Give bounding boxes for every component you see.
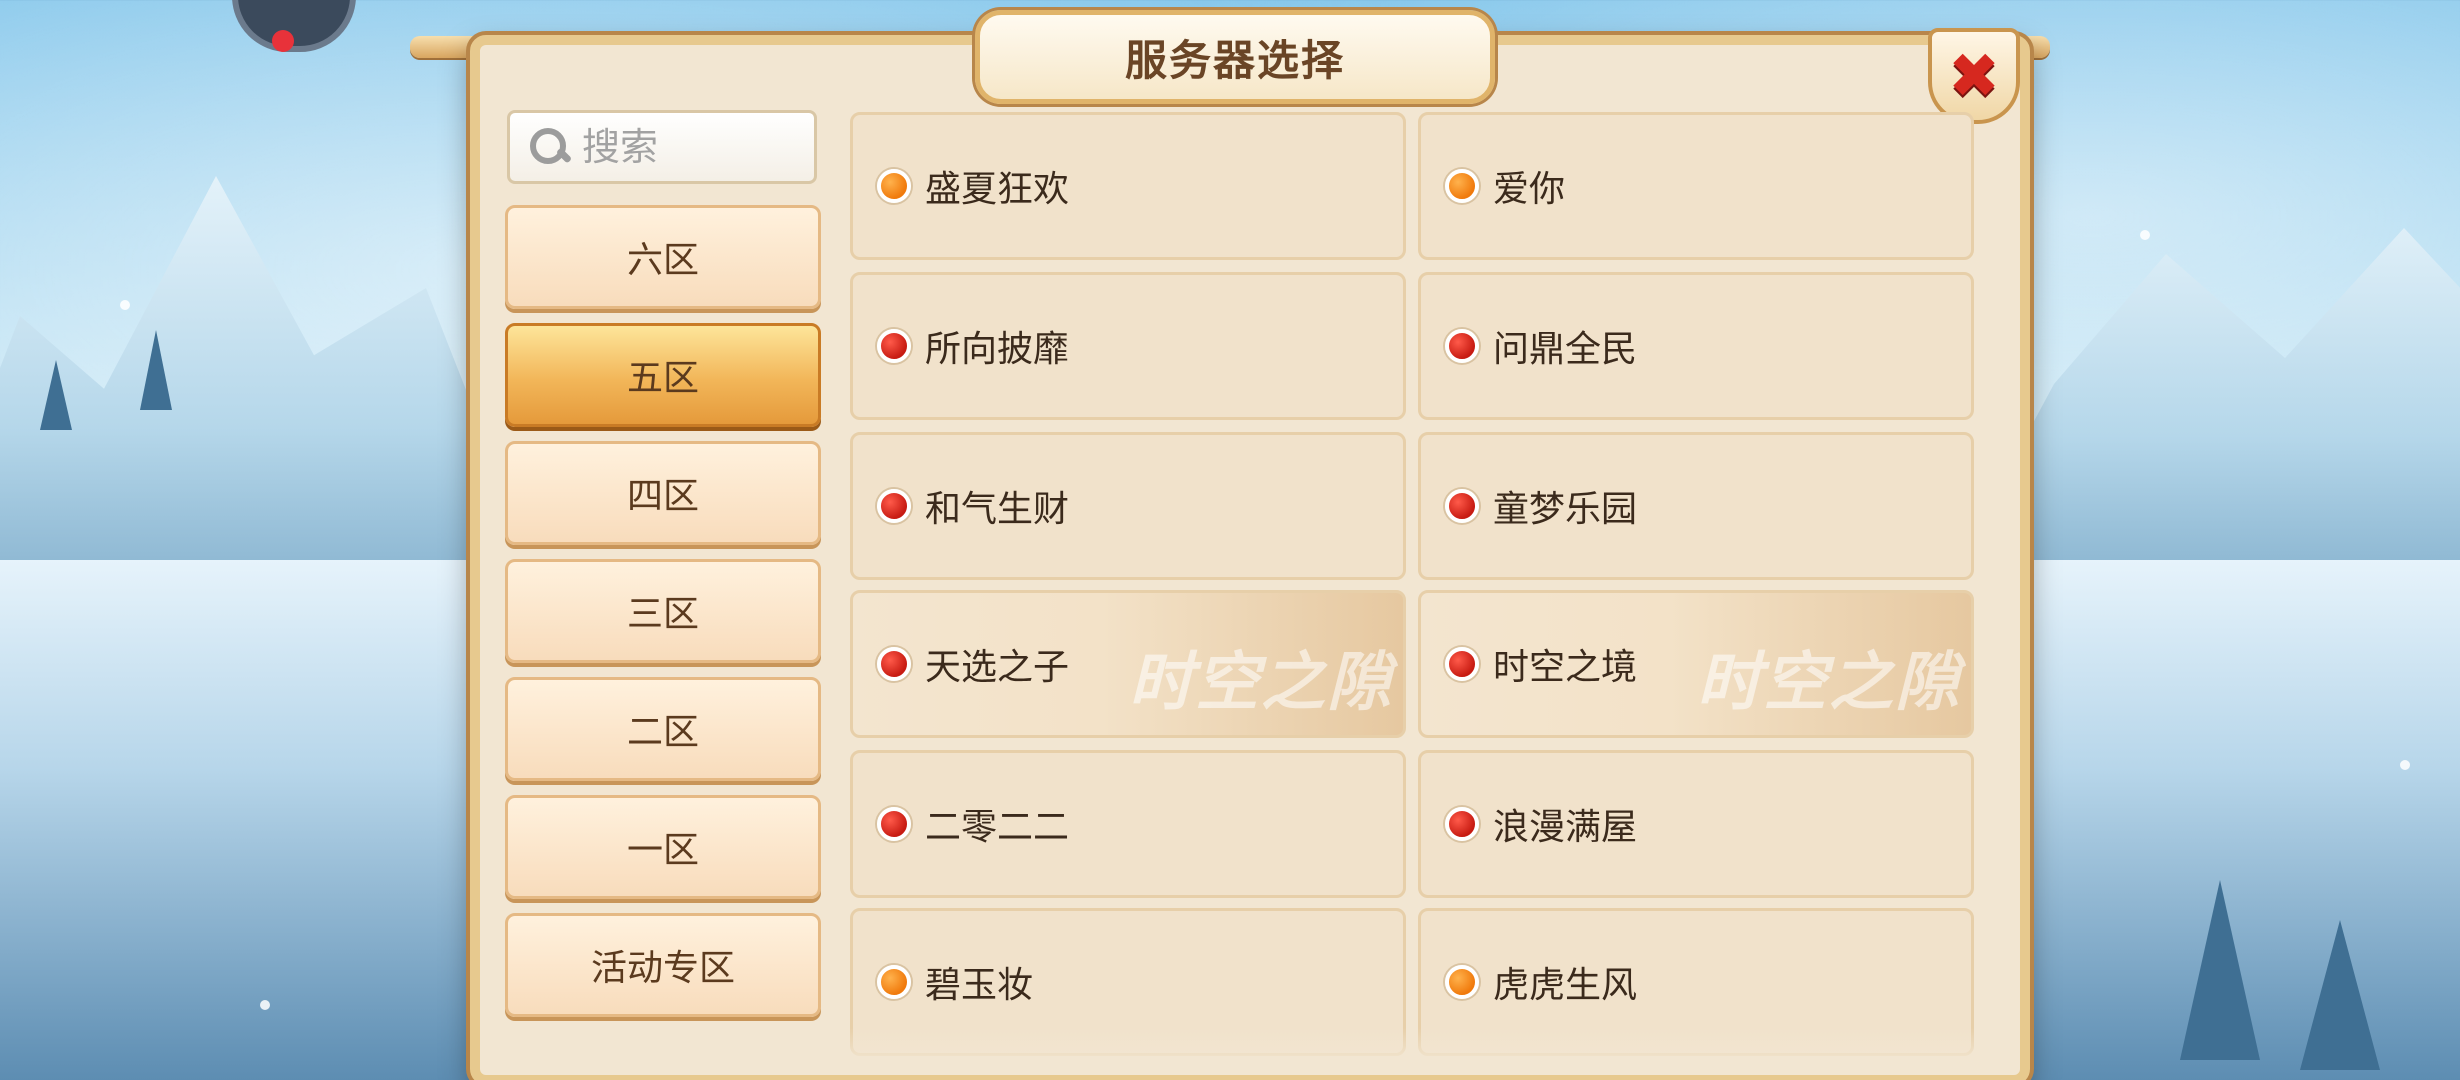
status-dot-icon — [1445, 807, 1479, 841]
server-name: 盛夏狂欢 — [925, 169, 1070, 210]
server-card[interactable]: 和气生财 — [850, 432, 1406, 580]
zone-button-2[interactable]: 二区 — [505, 677, 821, 781]
title-plate: 服务器选择 — [975, 10, 1495, 104]
zone-button-4[interactable]: 四区 — [505, 441, 821, 545]
server-name: 碧玉妆 — [925, 965, 1034, 1006]
snowflake — [260, 1000, 270, 1010]
search-box[interactable] — [507, 110, 817, 184]
zone-button-1[interactable]: 一区 — [505, 795, 821, 899]
server-card[interactable]: 天选之子 时空之隙 — [850, 590, 1406, 738]
pine-tree — [140, 330, 172, 410]
server-name: 天选之子 — [925, 647, 1070, 688]
search-icon — [528, 126, 573, 168]
close-button[interactable]: ✖ — [1928, 28, 2020, 124]
status-dot-icon — [877, 647, 911, 681]
status-dot-icon — [877, 329, 911, 363]
status-dot-icon — [1445, 489, 1479, 523]
page-title: 服务器选择 — [1124, 35, 1345, 85]
snowflake — [2140, 230, 2150, 240]
status-dot-icon — [1445, 169, 1479, 203]
server-card[interactable]: 所向披靡 — [850, 272, 1406, 420]
zone-button-6[interactable]: 六区 — [505, 205, 821, 309]
server-watermark: 时空之隙 — [1129, 645, 1393, 720]
zone-button-3[interactable]: 三区 — [505, 559, 821, 663]
status-dot-icon — [1445, 647, 1479, 681]
server-name: 所向披靡 — [925, 329, 1070, 370]
list-fade — [480, 1028, 2000, 1064]
snowflake — [120, 300, 130, 310]
server-card[interactable]: 童梦乐园 — [1418, 432, 1974, 580]
server-name: 浪漫满屋 — [1493, 807, 1638, 848]
status-dot-icon — [1445, 965, 1479, 999]
zone-button-5[interactable]: 五区 — [505, 323, 821, 427]
server-watermark: 时空之隙 — [1697, 645, 1961, 720]
server-card[interactable]: 浪漫满屋 — [1418, 750, 1974, 898]
server-card[interactable]: 盛夏狂欢 — [850, 112, 1406, 260]
server-card[interactable]: 问鼎全民 — [1418, 272, 1974, 420]
server-card[interactable]: 时空之境 时空之隙 — [1418, 590, 1974, 738]
status-dot-icon — [877, 169, 911, 203]
server-name: 和气生财 — [925, 489, 1070, 530]
server-name: 虎虎生风 — [1493, 965, 1638, 1006]
server-card[interactable]: 爱你 — [1418, 112, 1974, 260]
server-name: 二零二二 — [925, 807, 1070, 848]
status-dot-icon — [1445, 329, 1479, 363]
server-card[interactable]: 二零二二 — [850, 750, 1406, 898]
pine-tree — [2180, 880, 2260, 1060]
pine-tree — [2300, 920, 2380, 1070]
search-input[interactable] — [580, 124, 814, 170]
notification-dot — [272, 30, 294, 52]
server-name: 爱你 — [1493, 169, 1566, 210]
server-name: 童梦乐园 — [1493, 489, 1638, 530]
status-dot-icon — [877, 807, 911, 841]
pine-tree — [40, 360, 72, 430]
close-icon: ✖ — [1948, 39, 2000, 112]
zone-button-event[interactable]: 活动专区 — [505, 913, 821, 1017]
status-dot-icon — [877, 489, 911, 523]
server-name: 时空之境 — [1493, 647, 1638, 688]
server-name: 问鼎全民 — [1493, 329, 1638, 370]
status-dot-icon — [877, 965, 911, 999]
snowflake — [2400, 760, 2410, 770]
